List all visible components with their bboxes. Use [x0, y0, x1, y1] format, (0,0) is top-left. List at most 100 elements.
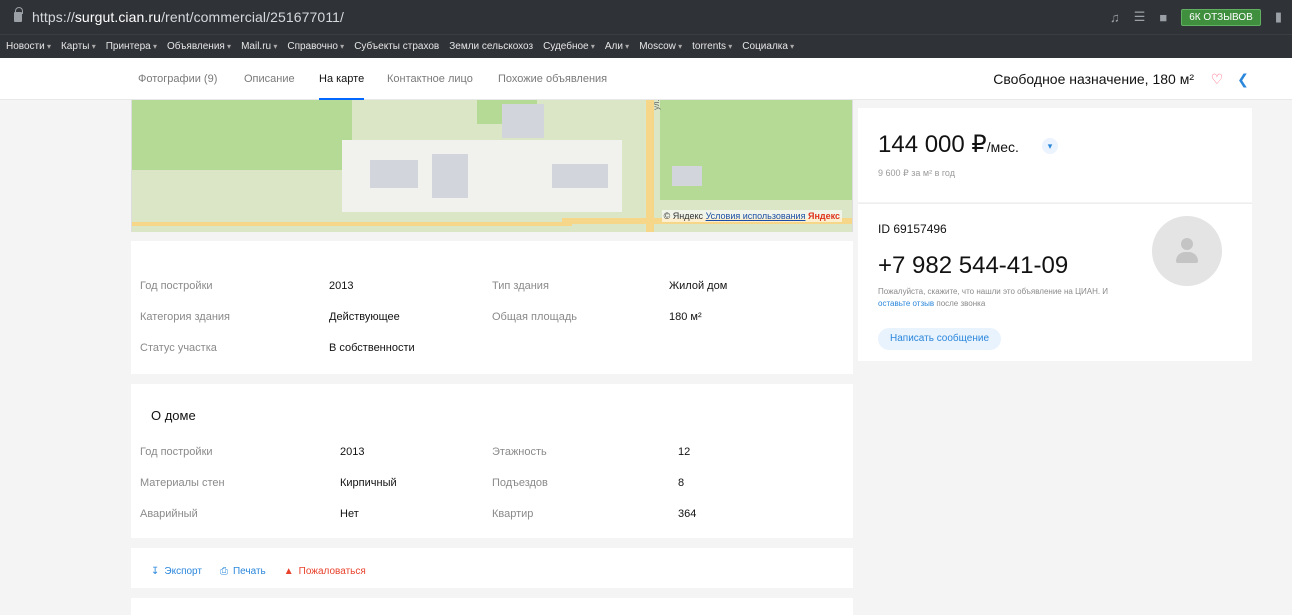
- complain-label: Пожаловаться: [298, 566, 366, 577]
- tab-description[interactable]: Описание: [244, 58, 295, 100]
- bookmark-ali[interactable]: Али: [605, 41, 629, 52]
- rent-price-unit: /мес.: [986, 139, 1019, 155]
- year-built-label: Год постройки: [140, 280, 213, 292]
- chevron-down-icon[interactable]: ▾: [1042, 138, 1058, 154]
- wall-material-value: Кирпичный: [340, 477, 397, 489]
- rent-price: 144 000 ₽/мес.: [878, 130, 1019, 159]
- total-area-value: 180 м²: [669, 311, 702, 323]
- url-prefix: https://: [32, 9, 75, 25]
- contact-note: Пожалуйста, скажите, что нашли это объяв…: [878, 286, 1138, 310]
- bookmark-reference[interactable]: Справочно: [287, 41, 344, 52]
- bookmarks-bar: Новости Карты Принтера Объявления Mail.r…: [0, 34, 1292, 58]
- tab-similar[interactable]: Похожие объявления: [498, 58, 607, 100]
- entrances-value: 8: [678, 477, 685, 489]
- bookmark-torrents[interactable]: torrents: [692, 41, 732, 52]
- avatar: [1152, 216, 1222, 286]
- house-year-label: Год постройки: [140, 446, 213, 458]
- bookmark-ads[interactable]: Объявления: [167, 41, 231, 52]
- bookmark-social[interactable]: Социалка: [742, 41, 794, 52]
- user-icon: [1181, 238, 1193, 250]
- export-label: Экспорт: [164, 566, 202, 577]
- emergency-label: Аварийный: [140, 508, 198, 520]
- bookmark-icon[interactable]: ▮: [1275, 9, 1282, 25]
- wall-material-label: Материалы стен: [140, 477, 225, 489]
- bookmark-agri-land[interactable]: Земли сельскохоз: [449, 41, 533, 52]
- map-building: [432, 154, 468, 198]
- contact-note-tail: после звонка: [936, 299, 986, 308]
- bookmark-printers[interactable]: Принтера: [106, 41, 157, 52]
- total-area-label: Общая площадь: [492, 311, 577, 323]
- user-icon-body: [1176, 252, 1198, 263]
- url-path: /rent/commercial/251677011/: [161, 9, 345, 25]
- about-house-card: О доме Год постройки 2013 Материалы стен…: [131, 384, 853, 538]
- floors-label: Этажность: [492, 446, 547, 458]
- listing-tabs-bar: Фотографии (9) Описание На карте Контакт…: [0, 58, 1292, 100]
- leave-review-link[interactable]: оставьте отзыв: [878, 299, 934, 308]
- year-built-value: 2013: [329, 280, 354, 292]
- plot-status-value: В собственности: [329, 342, 415, 354]
- building-category-value: Действующее: [329, 311, 400, 323]
- building-category-label: Категория здания: [140, 311, 230, 323]
- map-road: [646, 100, 654, 232]
- map-road: [132, 222, 572, 226]
- tab-photos[interactable]: Фотографии (9): [138, 58, 217, 100]
- bookmark-insurance[interactable]: Субъекты страхов: [354, 41, 439, 52]
- emergency-value: Нет: [340, 508, 359, 520]
- reviews-button[interactable]: 6К ОТЗЫВОВ: [1181, 8, 1261, 26]
- floors-value: 12: [678, 446, 691, 458]
- building-details-card: Год постройки 2013 Категория здания Дейс…: [131, 241, 853, 374]
- map-view[interactable]: ул. © Яндекс Условия использования Яндек…: [131, 100, 853, 232]
- export-link[interactable]: ↧ Экспорт: [151, 566, 202, 577]
- reader-icon[interactable]: ☰: [1134, 9, 1146, 25]
- url-field[interactable]: https://surgut.cian.ru/rent/commercial/2…: [32, 9, 344, 25]
- bookmark-maps[interactable]: Карты: [61, 41, 96, 52]
- download-icon: ↧: [151, 566, 160, 577]
- tab-contact[interactable]: Контактное лицо: [387, 58, 473, 100]
- actions-card: ↧ Экспорт ⎙ Печать ▲ Пожаловаться: [131, 548, 853, 588]
- listing-actions: ↧ Экспорт ⎙ Печать ▲ Пожаловаться: [151, 566, 366, 577]
- phone-number[interactable]: +7 982 544-41-09: [878, 252, 1068, 280]
- printer-icon: ⎙: [219, 566, 228, 577]
- extension-icon[interactable]: ■: [1159, 10, 1167, 25]
- house-year-value: 2013: [340, 446, 365, 458]
- flats-label: Квартир: [492, 508, 534, 520]
- map-building: [672, 166, 702, 186]
- map-building: [370, 160, 418, 188]
- print-link[interactable]: ⎙ Печать: [220, 566, 266, 577]
- url-domain: surgut.cian.ru: [74, 9, 162, 25]
- share-icon[interactable]: ❮: [1234, 70, 1252, 88]
- bookmark-news[interactable]: Новости: [6, 41, 51, 52]
- price-per-meter: 9 600 ₽ за м² в год: [878, 168, 955, 178]
- price-card: 144 000 ₽/мес. ▾ 9 600 ₽ за м² в год: [858, 108, 1252, 202]
- contact-card: ID 69157496 +7 982 544-41-09 Пожалуйста,…: [858, 203, 1252, 361]
- complain-link[interactable]: ▲ Пожаловаться: [284, 566, 366, 577]
- tab-map[interactable]: На карте: [319, 58, 365, 100]
- plot-status-label: Статус участка: [140, 342, 217, 354]
- headphones-icon[interactable]: ♫: [1110, 10, 1120, 25]
- bookmark-moscow[interactable]: Moscow: [639, 41, 682, 52]
- map-street-label: ул.: [652, 100, 661, 110]
- warning-icon: ▲: [283, 566, 294, 577]
- favorite-heart-icon[interactable]: ♡: [1208, 70, 1226, 88]
- bookmark-court[interactable]: Судебное: [543, 41, 595, 52]
- bookmark-mailru[interactable]: Mail.ru: [241, 41, 277, 52]
- map-copyright-text: © Яндекс: [663, 211, 704, 221]
- yandex-logo: Яндекс: [807, 211, 840, 221]
- listing-summary: Свободное назначение, 180 м²: [993, 71, 1194, 87]
- lock-icon: [14, 7, 23, 22]
- building-type-label: Тип здания: [492, 280, 549, 292]
- about-house-title: О доме: [151, 408, 196, 423]
- write-message-button[interactable]: Написать сообщение: [878, 328, 1002, 350]
- entrances-label: Подъездов: [492, 477, 548, 489]
- map-building: [502, 104, 544, 138]
- map-copyright: © Яндекс Условия использования Яндекс: [661, 210, 842, 222]
- building-type-value: Жилой дом: [669, 280, 728, 292]
- listing-id: ID 69157496: [878, 222, 947, 236]
- next-card: [131, 598, 853, 615]
- contact-note-text: Пожалуйста, скажите, что нашли это объяв…: [878, 287, 1109, 296]
- map-terms-link[interactable]: Условия использования: [706, 211, 806, 221]
- browser-address-bar: https://surgut.cian.ru/rent/commercial/2…: [0, 0, 1292, 34]
- map-building: [552, 164, 608, 188]
- browser-toolbar-right: ♫ ☰ ■ 6К ОТЗЫВОВ ▮: [1110, 0, 1282, 34]
- print-label: Печать: [232, 566, 266, 577]
